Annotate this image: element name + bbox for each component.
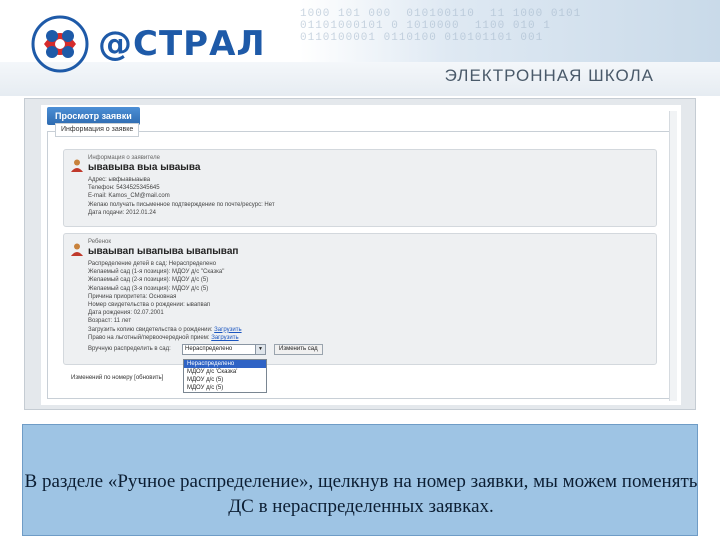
- detail-row: Телефон: 5434525345645: [88, 185, 160, 192]
- detail-row: Желаю получать письменное подтверждение …: [88, 201, 275, 208]
- dropdown-option[interactable]: МДОУ д/с (5): [184, 376, 266, 384]
- detail-row-link: Загрузить копию свидетельства о рождении…: [88, 326, 242, 334]
- detail-row-link: Право на льготный/первоочередной прием: …: [88, 334, 242, 342]
- kindergarten-select[interactable]: Нераспределено ▼: [182, 344, 266, 355]
- dropdown-option[interactable]: Нераспределено: [184, 360, 266, 368]
- vertical-scrollbar[interactable]: [669, 111, 677, 401]
- detail-row: Дата подачи: 2012.01.24: [88, 209, 156, 216]
- child-role: Ребенок: [88, 239, 111, 245]
- child-details: Распределение детей в сад: Нераспределен…: [88, 260, 242, 342]
- user-icon: [71, 159, 83, 172]
- logo-text: @СТРАЛ: [98, 24, 266, 64]
- dropdown-option[interactable]: МДОУ д/с 'Сказка': [184, 368, 266, 376]
- applicant-name: ывавыва выа ываыва: [88, 162, 201, 173]
- detail-row: Желаемый сад (3-я позиция): МДОУ д/с (5): [88, 285, 209, 292]
- change-kindergarten-button[interactable]: Изменить сад: [274, 344, 323, 355]
- applicant-role: Информация о заявителе: [88, 155, 160, 161]
- upload-privilege-link[interactable]: Загрузить: [211, 335, 238, 341]
- caption-box: В разделе «Ручное распределение», щелкну…: [22, 424, 698, 536]
- assign-label: Вручную распределить в сад:: [88, 346, 171, 352]
- link-row-label: Загрузить копию свидетельства о рождении…: [88, 326, 213, 333]
- applicant-card: Информация о заявителе ывавыва выа ываыв…: [63, 149, 657, 227]
- applicant-details: Адрес: ывфыавыаыва Телефон: 543452534564…: [88, 176, 275, 217]
- application-window: Просмотр заявки Информация о заявке Инфо…: [41, 105, 681, 405]
- school-title: ЭЛЕКТРОННАЯ ШКОЛА: [444, 66, 654, 85]
- detail-row: Распределение детей в сад: Нераспределен…: [88, 261, 217, 267]
- astral-logo-icon: [31, 15, 89, 73]
- detail-row: Причина приоритета: Основная: [88, 293, 177, 300]
- kindergarten-dropdown: Нераспределено МДОУ д/с 'Сказка' МДОУ д/…: [183, 359, 267, 393]
- header: 1000 101 000 010100110 11 1000 0101 0110…: [0, 0, 720, 96]
- caption-text: В разделе «Ручное распределение», щелкну…: [24, 471, 698, 517]
- detail-row: Адрес: ывфыавыаыва: [88, 177, 151, 183]
- child-card: Ребенок ываывап ывапыва ывапывап Распред…: [63, 233, 657, 365]
- child-name: ываывап ывапыва ывапывап: [88, 246, 239, 257]
- tab-request-info[interactable]: Информация о заявке: [55, 123, 140, 137]
- screenshot-panel: Просмотр заявки Информация о заявке Инфо…: [24, 98, 696, 410]
- chevron-down-icon[interactable]: ▼: [255, 345, 265, 354]
- detail-row: E-mail: Kamos_CM@mail.com: [88, 193, 170, 200]
- detail-row: Желаемый сад (1-я позиция): МДОУ д/с "Ск…: [88, 269, 225, 276]
- upload-birth-certificate-link[interactable]: Загрузить: [214, 327, 241, 333]
- user-icon: [71, 243, 83, 256]
- link-row-label: Право на льготный/первоочередной прием:: [88, 334, 210, 341]
- detail-row: Возраст: 11 лет: [88, 318, 132, 325]
- footer-text: Изменений по номеру [обновить]: [71, 375, 164, 381]
- detail-row: Желаемый сад (2-я позиция): МДОУ д/с (5): [88, 277, 209, 284]
- select-value: Нераспределено: [185, 346, 233, 352]
- detail-row: Номер свидетельства о рождении: ывапвап: [88, 302, 211, 309]
- dropdown-option[interactable]: МДОУ д/с (5): [184, 384, 266, 392]
- binary-decoration: 1000 101 000 010100110 11 1000 0101 0110…: [300, 8, 582, 44]
- detail-row: Дата рождения: 02.07.2001: [88, 310, 164, 317]
